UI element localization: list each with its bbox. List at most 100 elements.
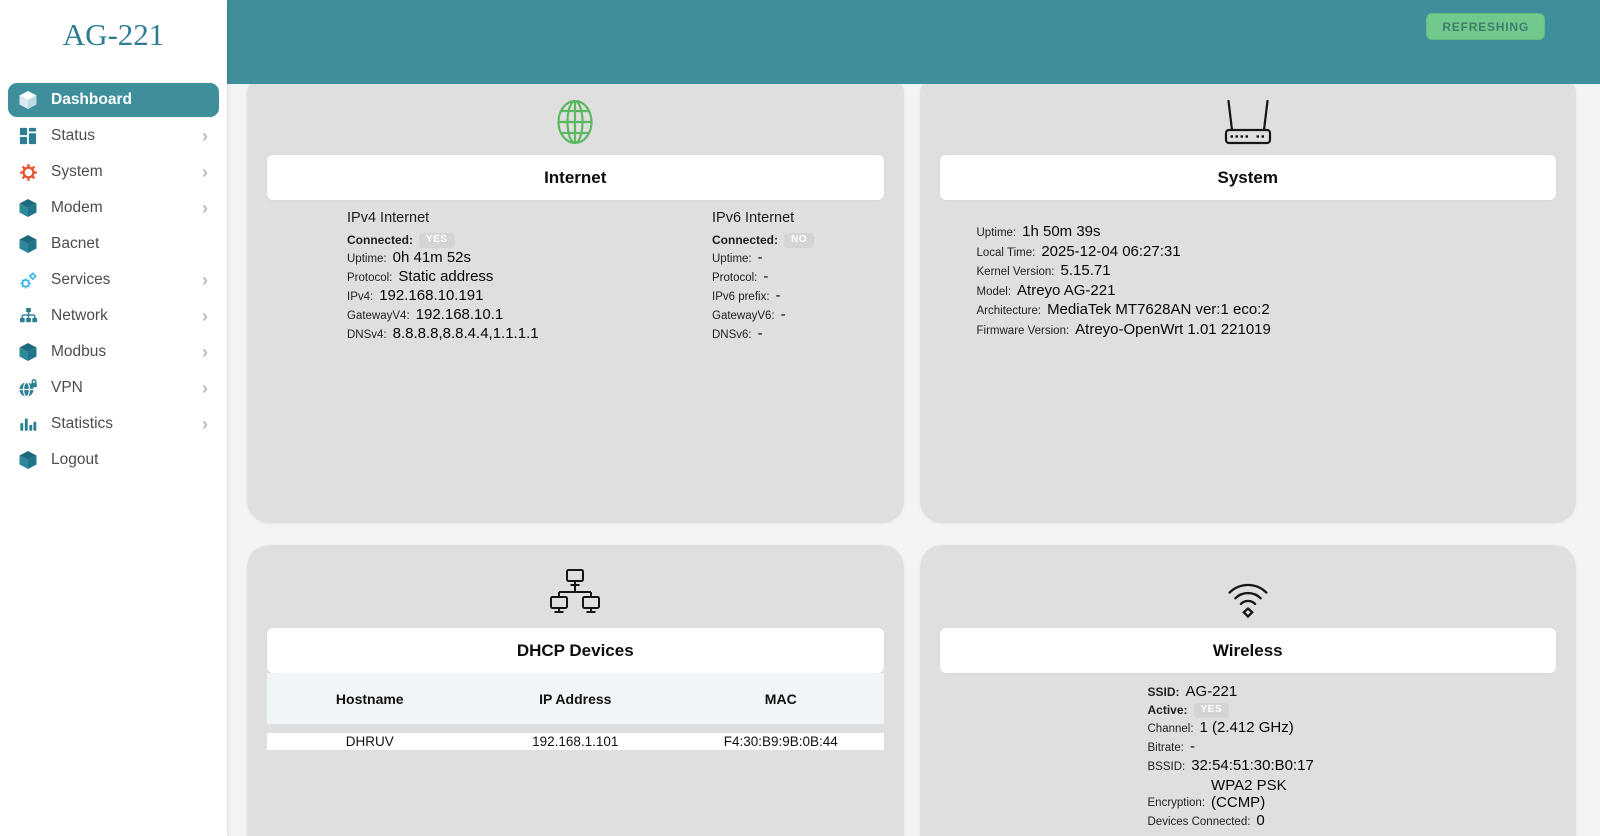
- field-label: DNSv6:: [712, 327, 752, 344]
- network-devices-icon: [247, 567, 904, 623]
- sidebar-item-services[interactable]: Services ›: [8, 263, 219, 297]
- cube-icon: [18, 234, 38, 254]
- card-title: System: [940, 155, 1557, 200]
- content-area: Internet IPv4 Internet Connected:YES Upt…: [227, 84, 1600, 836]
- chevron-right-icon: ›: [202, 127, 213, 145]
- field-value: -: [776, 288, 781, 305]
- section-heading: IPv4 Internet: [347, 210, 712, 226]
- sidebar-item-label: VPN: [51, 379, 83, 397]
- card-grid: Internet IPv4 Internet Connected:YES Upt…: [227, 84, 1600, 836]
- field-value: 192.168.10.1: [416, 307, 504, 324]
- field-label: Channel:: [1148, 721, 1194, 738]
- field-value: -: [1190, 739, 1195, 756]
- field-value: 32:54:51:30:B0:17: [1191, 758, 1314, 775]
- sidebar-item-network[interactable]: Network ›: [8, 299, 219, 333]
- field-value: 1 (2.412 GHz): [1200, 720, 1294, 737]
- dhcp-table-header: Hostname IP Address MAC: [267, 673, 884, 724]
- cell-mac: F4:30:B9:9B:0B:44: [678, 734, 884, 749]
- sidebar-item-status[interactable]: Status ›: [8, 119, 219, 153]
- field-value: -: [763, 269, 768, 286]
- field-value: Atreyo-OpenWrt 1.01 221019: [1075, 322, 1271, 339]
- top-bar: REFRESHING: [227, 0, 1600, 84]
- field-label: DNSv4:: [347, 327, 387, 344]
- sidebar-item-modem[interactable]: Modem ›: [8, 191, 219, 225]
- field-value: 1h 50m 39s: [1022, 224, 1100, 241]
- status-badge: YES: [1194, 703, 1230, 718]
- field-label: IPv4:: [347, 289, 373, 306]
- sidebar-item-modbus[interactable]: Modbus ›: [8, 335, 219, 369]
- cube-icon: [18, 198, 38, 218]
- column-header-mac: MAC: [678, 691, 884, 707]
- dhcp-devices-card: DHCP Devices Hostname IP Address MAC DHR…: [247, 545, 904, 836]
- field-value: 8.8.8.8,8.8.4.4,1.1.1.1: [393, 326, 539, 343]
- cell-ip: 192.168.1.101: [473, 734, 679, 749]
- chevron-right-icon: ›: [202, 199, 213, 217]
- field-label: GatewayV4:: [347, 308, 410, 325]
- field-label: Uptime:: [347, 251, 387, 268]
- cube-icon: [18, 90, 38, 110]
- field-value: AG-221: [1186, 684, 1238, 701]
- column-header-hostname: Hostname: [267, 691, 473, 707]
- field-value: MediaTek MT7628AN ver:1 eco:2: [1047, 302, 1270, 319]
- chevron-right-icon: ›: [202, 379, 213, 397]
- sidebar-nav: Dashboard Status › System ›: [0, 81, 227, 479]
- system-details: Uptime:1h 50m 39s Local Time:2025-12-04 …: [920, 200, 1577, 339]
- sidebar-item-statistics[interactable]: Statistics ›: [8, 407, 219, 441]
- field-value: 0: [1256, 813, 1264, 830]
- sidebar-item-system[interactable]: System ›: [8, 155, 219, 189]
- wireless-details: SSID:AG-221 Active:YES Channel:1 (2.412 …: [920, 673, 1577, 830]
- sidebar-item-vpn[interactable]: VPN ›: [8, 371, 219, 405]
- sidebar-item-logout[interactable]: Logout: [8, 443, 219, 477]
- sidebar: AG-221 Dashboard Status › System: [0, 0, 227, 836]
- field-label: Kernel Version:: [977, 264, 1055, 281]
- field-label: BSSID:: [1148, 759, 1186, 776]
- sidebar-item-label: Services: [51, 271, 110, 289]
- sidebar-item-bacnet[interactable]: Bacnet: [8, 227, 219, 261]
- refresh-button[interactable]: REFRESHING: [1426, 13, 1545, 40]
- field-label: Architecture:: [977, 303, 1042, 320]
- field-label: Uptime:: [977, 225, 1017, 242]
- globe-icon: [247, 94, 904, 150]
- field-label: IPv6 prefix:: [712, 289, 770, 306]
- field-label: Model:: [977, 284, 1012, 301]
- chevron-right-icon: ›: [202, 163, 213, 181]
- sidebar-item-label: Modem: [51, 199, 103, 217]
- system-card: System Uptime:1h 50m 39s Local Time:2025…: [920, 84, 1577, 523]
- wifi-icon: [920, 567, 1577, 623]
- card-title: Internet: [267, 155, 884, 200]
- ipv6-section: IPv6 Internet Connected:NO Uptime:- Prot…: [712, 207, 814, 345]
- field-value: 2025-12-04 06:27:31: [1041, 244, 1180, 261]
- field-label: Connected:: [712, 232, 778, 249]
- internet-details: IPv4 Internet Connected:YES Uptime:0h 41…: [247, 200, 904, 345]
- sidebar-item-label: Modbus: [51, 343, 106, 361]
- cube-icon: [18, 342, 38, 362]
- chevron-right-icon: ›: [202, 415, 213, 433]
- internet-card: Internet IPv4 Internet Connected:YES Upt…: [247, 84, 904, 523]
- field-label: Firmware Version:: [977, 323, 1070, 340]
- main-area: REFRESHING Internet IPv4 Internet Connec…: [227, 0, 1600, 836]
- field-value: -: [758, 326, 763, 343]
- sitemap-icon: [18, 306, 38, 326]
- sidebar-item-dashboard[interactable]: Dashboard: [8, 83, 219, 117]
- status-badge: NO: [784, 233, 814, 248]
- status-badge: YES: [419, 233, 455, 248]
- sidebar-item-label: Statistics: [51, 415, 113, 433]
- column-header-ip: IP Address: [473, 691, 679, 707]
- field-value: -: [781, 307, 786, 324]
- cell-hostname: DHRUV: [267, 734, 473, 749]
- gear-icon: [18, 162, 38, 182]
- gears-icon: [18, 270, 38, 290]
- field-label: Protocol:: [347, 270, 392, 287]
- sidebar-item-label: System: [51, 163, 103, 181]
- field-label: Uptime:: [712, 251, 752, 268]
- app-logo: AG-221: [0, 0, 227, 66]
- app-root: AG-221 Dashboard Status › System: [0, 0, 1600, 836]
- field-label: SSID:: [1148, 684, 1180, 701]
- field-value: 5.15.71: [1061, 263, 1111, 280]
- globe-lock-icon: [18, 378, 38, 398]
- card-title: DHCP Devices: [267, 628, 884, 673]
- bar-chart-icon: [18, 414, 38, 434]
- ipv4-section: IPv4 Internet Connected:YES Uptime:0h 41…: [347, 207, 712, 345]
- table-row: DHRUV 192.168.1.101 F4:30:B9:9B:0B:44: [267, 733, 884, 750]
- field-label: Bitrate:: [1148, 740, 1184, 757]
